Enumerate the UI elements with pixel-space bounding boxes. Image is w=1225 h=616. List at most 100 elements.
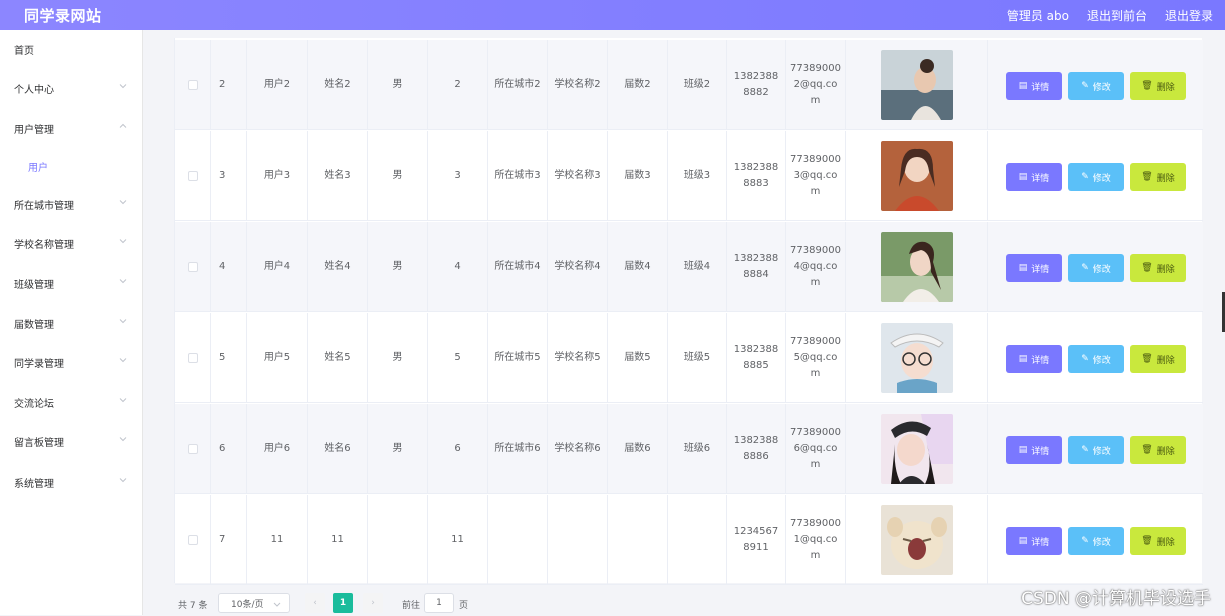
page-number-current[interactable]: 1	[333, 593, 353, 613]
row-checkbox[interactable]	[175, 404, 211, 494]
cell-city: 所在城市4	[488, 222, 548, 312]
row-checkbox[interactable]	[175, 40, 211, 130]
row-checkbox[interactable]	[175, 495, 211, 585]
row-checkbox[interactable]	[175, 313, 211, 403]
cell-school: 学校名称4	[548, 222, 608, 312]
menu-item-guestbook[interactable]: 留言板管理	[0, 422, 143, 460]
cell-gender: 男	[368, 404, 428, 494]
chevron-up-icon	[119, 122, 127, 130]
trash-icon: 🗑	[1141, 81, 1152, 91]
cell-account: 用户4	[247, 222, 308, 312]
edit-button[interactable]: ✎修改	[1068, 72, 1124, 100]
delete-button[interactable]: 🗑删除	[1130, 72, 1186, 100]
cell-email: 773890002@qq.com	[786, 40, 846, 130]
edit-button[interactable]: ✎修改	[1068, 254, 1124, 282]
top-bar: 同学录网站 管理员 abo 退出到前台 退出登录	[0, 0, 1225, 30]
cell-email: 773890006@qq.com	[786, 404, 846, 494]
document-icon: ▤	[1019, 536, 1028, 546]
detail-button[interactable]: ▤详情	[1006, 527, 1062, 555]
table-row: 2 用户2 姓名2 男 2 所在城市2 学校名称2 届数2 班级2 138238…	[175, 40, 1203, 130]
cell-grade: 届数5	[608, 313, 668, 403]
user-photo	[881, 232, 953, 302]
row-index: 6	[211, 404, 247, 494]
site-title[interactable]: 同学录网站	[24, 5, 102, 26]
cell-phone: 12345678911	[727, 495, 786, 585]
row-index: 4	[211, 222, 247, 312]
cell-photo	[846, 495, 988, 585]
cell-name: 11	[308, 495, 368, 585]
cell-photo	[846, 404, 988, 494]
menu-item-city[interactable]: 所在城市管理	[0, 185, 143, 223]
edit-icon: ✎	[1081, 81, 1089, 91]
cell-phone: 13823888884	[727, 222, 786, 312]
detail-button[interactable]: ▤详情	[1006, 254, 1062, 282]
cell-school: 学校名称5	[548, 313, 608, 403]
edit-icon: ✎	[1081, 445, 1089, 455]
detail-button[interactable]: ▤详情	[1006, 72, 1062, 100]
checkbox[interactable]	[188, 80, 198, 90]
user-photo	[881, 414, 953, 484]
cell-photo	[846, 40, 988, 130]
menu-item-classmates[interactable]: 同学录管理	[0, 343, 143, 381]
detail-button[interactable]: ▤详情	[1006, 163, 1062, 191]
menu-item-user-management[interactable]: 用户管理	[0, 109, 143, 147]
edit-button[interactable]: ✎修改	[1068, 527, 1124, 555]
row-index: 3	[211, 131, 247, 221]
goto-page-input[interactable]: 1	[424, 593, 454, 613]
menu-item-school[interactable]: 学校名称管理	[0, 224, 143, 262]
cell-class	[668, 495, 727, 585]
delete-button[interactable]: 🗑删除	[1130, 345, 1186, 373]
prev-page-button[interactable]: ‹	[305, 593, 325, 613]
chevron-down-icon	[119, 435, 127, 443]
checkbox[interactable]	[188, 353, 198, 363]
table-row: 7 11 11 11 12345678911 773890001@qq.com …	[175, 495, 1203, 585]
delete-button[interactable]: 🗑删除	[1130, 163, 1186, 191]
admin-label: 管理员 abo	[1007, 7, 1069, 24]
detail-button[interactable]: ▤详情	[1006, 436, 1062, 464]
delete-button[interactable]: 🗑删除	[1130, 254, 1186, 282]
delete-button[interactable]: 🗑删除	[1130, 527, 1186, 555]
menu-item-forum[interactable]: 交流论坛	[0, 383, 143, 421]
menu-item-grade[interactable]: 届数管理	[0, 304, 143, 342]
checkbox[interactable]	[188, 535, 198, 545]
cell-account: 用户6	[247, 404, 308, 494]
edit-button[interactable]: ✎修改	[1068, 436, 1124, 464]
next-page-button[interactable]: ›	[363, 593, 383, 613]
row-index: 7	[211, 495, 247, 585]
cell-age: 6	[428, 404, 488, 494]
checkbox[interactable]	[188, 262, 198, 272]
edit-button[interactable]: ✎修改	[1068, 163, 1124, 191]
row-checkbox[interactable]	[175, 222, 211, 312]
row-checkbox[interactable]	[175, 131, 211, 221]
cell-class: 班级6	[668, 404, 727, 494]
pagination: 共 7 条 10条/页 ‹ 1 › 前往 1 页	[174, 590, 874, 616]
page-size-select[interactable]: 10条/页	[218, 593, 290, 613]
detail-button[interactable]: ▤详情	[1006, 345, 1062, 373]
checkbox[interactable]	[188, 444, 198, 454]
trash-icon: 🗑	[1141, 172, 1152, 182]
chevron-down-icon	[119, 356, 127, 364]
cell-age: 11	[428, 495, 488, 585]
cell-city: 所在城市2	[488, 40, 548, 130]
goto-label: 前往	[402, 598, 420, 611]
cell-name: 姓名3	[308, 131, 368, 221]
trash-icon: 🗑	[1141, 536, 1152, 546]
cell-email: 773890004@qq.com	[786, 222, 846, 312]
table-row: 6 用户6 姓名6 男 6 所在城市6 学校名称6 届数6 班级6 138238…	[175, 404, 1203, 494]
chevron-down-icon	[119, 476, 127, 484]
front-link[interactable]: 退出到前台	[1087, 7, 1147, 24]
row-index: 2	[211, 40, 247, 130]
menu-item-class[interactable]: 班级管理	[0, 264, 143, 302]
edit-button[interactable]: ✎修改	[1068, 345, 1124, 373]
delete-button[interactable]: 🗑删除	[1130, 436, 1186, 464]
table-row: 4 用户4 姓名4 男 4 所在城市4 学校名称4 届数4 班级4 138238…	[175, 222, 1203, 312]
chevron-down-icon	[119, 317, 127, 325]
menu-item-system[interactable]: 系统管理	[0, 463, 143, 501]
chevron-down-icon	[119, 396, 127, 404]
checkbox[interactable]	[188, 171, 198, 181]
menu-item-users[interactable]: 用户	[0, 147, 143, 185]
user-photo	[881, 323, 953, 393]
logout-link[interactable]: 退出登录	[1165, 7, 1213, 24]
menu-item-home[interactable]: 首页	[0, 30, 143, 68]
menu-item-profile[interactable]: 个人中心	[0, 69, 143, 107]
